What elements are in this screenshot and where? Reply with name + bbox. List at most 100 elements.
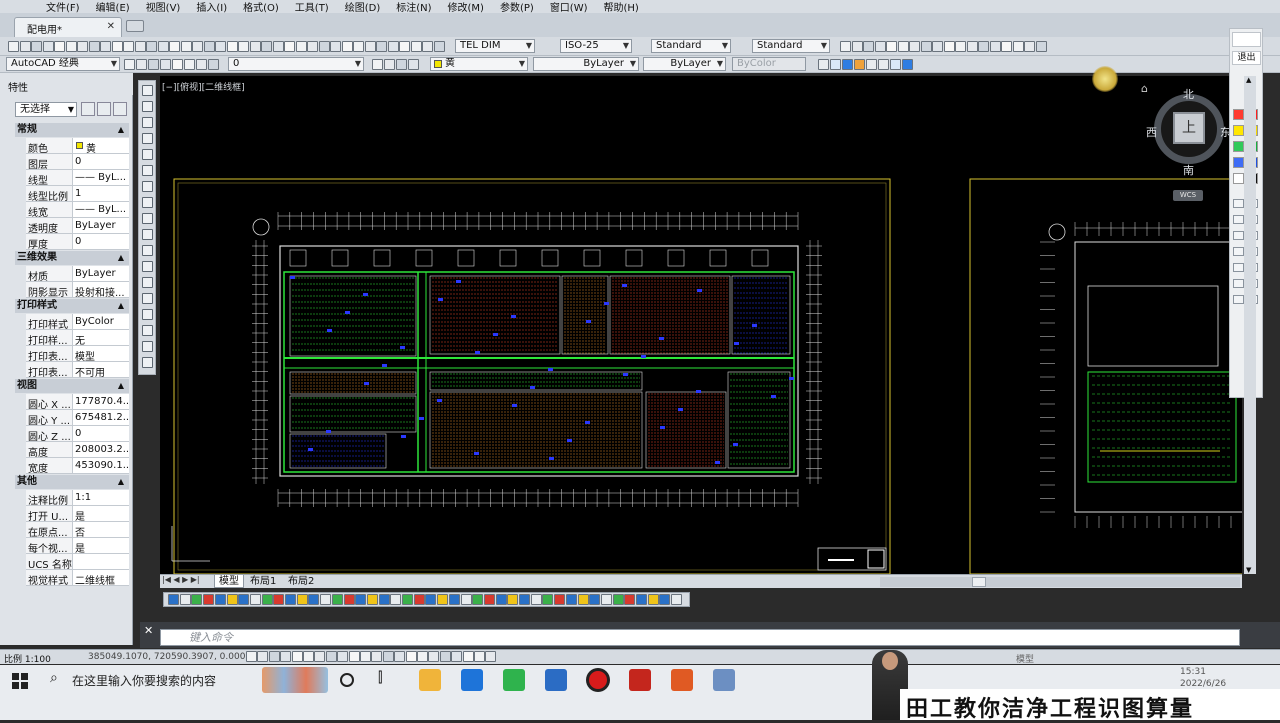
- property-value[interactable]: 208003.2...: [72, 442, 129, 457]
- pen-tool-icon[interactable]: [1233, 279, 1244, 288]
- collapse-icon[interactable]: ▲: [118, 123, 124, 137]
- toolbar-tool-icon[interactable]: [1024, 41, 1035, 52]
- toolbar-tool-icon[interactable]: [387, 41, 399, 52]
- quick-select-icon[interactable]: [113, 102, 127, 116]
- status-toggle-icon[interactable]: [257, 651, 269, 662]
- toolbar-tool-icon[interactable]: [65, 41, 77, 52]
- toolbar-tool-icon[interactable]: [897, 41, 909, 52]
- status-toggle-icon[interactable]: [246, 651, 257, 662]
- pen-tool-icon[interactable]: [1233, 199, 1244, 208]
- scale-readout[interactable]: 比例 1:100: [4, 652, 51, 665]
- toolbar-tool-icon[interactable]: [932, 41, 943, 52]
- dim-tool-icon[interactable]: [343, 594, 355, 605]
- property-value[interactable]: 1: [72, 186, 129, 201]
- toolbar-tool-icon[interactable]: [261, 41, 272, 52]
- status-toggle-icon[interactable]: [439, 651, 451, 662]
- dim-tool-icon[interactable]: [168, 594, 179, 605]
- menu-dimension[interactable]: 标注(N): [388, 0, 439, 14]
- dim-tool-icon[interactable]: [366, 594, 378, 605]
- toolbar-tool-icon[interactable]: [1012, 41, 1024, 52]
- pen-tool-icon[interactable]: [1233, 247, 1244, 256]
- menu-modify[interactable]: 修改(M): [440, 0, 492, 14]
- toggle-pickadd-icon[interactable]: [81, 102, 95, 116]
- status-toggle-icon[interactable]: [291, 651, 303, 662]
- property-value[interactable]: 675481.2...: [72, 410, 129, 425]
- workspace-combo[interactable]: AutoCAD 经典 ▼: [6, 57, 120, 71]
- dim-tool-icon[interactable]: [647, 594, 659, 605]
- toolbar-tool-icon[interactable]: [8, 41, 19, 52]
- property-row[interactable]: 线宽 —— ByL...: [26, 202, 129, 219]
- toolbar-tool-icon[interactable]: [1001, 41, 1012, 52]
- property-value[interactable]: ByLayer: [72, 266, 129, 281]
- dim-tool-icon[interactable]: [413, 594, 425, 605]
- menu-help[interactable]: 帮助(H): [596, 0, 647, 14]
- toolbar-tool-icon[interactable]: [376, 41, 387, 52]
- dim-tool-icon[interactable]: [530, 594, 542, 605]
- property-row[interactable]: 打开 U... 是: [26, 506, 129, 523]
- render-tool-icon[interactable]: [842, 59, 853, 70]
- toolbar-tool-icon[interactable]: [215, 41, 226, 52]
- property-value[interactable]: 投射和接...: [72, 282, 129, 297]
- taskbar-search[interactable]: ⌕ 在这里输入你要搜索的内容: [40, 665, 255, 697]
- compass-south[interactable]: 南: [1183, 162, 1194, 178]
- property-value[interactable]: [72, 554, 129, 569]
- property-value[interactable]: 是: [72, 506, 129, 521]
- viewcube[interactable]: 上 北 南 西 东: [1146, 82, 1231, 178]
- toolbar-tool-icon[interactable]: [180, 41, 192, 52]
- dim-tool-icon[interactable]: [577, 594, 589, 605]
- toolbar-tool-icon[interactable]: [54, 41, 65, 52]
- command-input[interactable]: 键入命令: [160, 629, 1240, 646]
- dim-tool-icon[interactable]: [320, 594, 332, 605]
- property-value[interactable]: —— ByL...: [72, 170, 129, 185]
- dim-tool-icon[interactable]: [390, 594, 402, 605]
- status-toggle-icon[interactable]: [405, 651, 417, 662]
- status-toggle-icon[interactable]: [474, 651, 485, 662]
- cortana-icon[interactable]: [340, 673, 354, 687]
- layer-tool-icon[interactable]: [148, 59, 159, 70]
- toolbar-tool-icon[interactable]: [909, 41, 920, 52]
- property-value[interactable]: 0: [72, 234, 129, 249]
- toolbar-tool-icon[interactable]: [134, 41, 146, 52]
- status-toggle-icon[interactable]: [451, 651, 463, 662]
- layer-tool-icon[interactable]: [408, 59, 419, 70]
- draw-tool-icon[interactable]: [142, 165, 153, 176]
- draw-tool-icon[interactable]: [142, 293, 153, 304]
- property-row[interactable]: 高度 208003.2...: [26, 442, 129, 459]
- toolbar-tool-icon[interactable]: [272, 41, 284, 52]
- clock-date[interactable]: 2022/6/26: [1180, 679, 1226, 689]
- task-view-icon[interactable]: ⫿: [378, 670, 382, 686]
- dim-tool-icon[interactable]: [589, 594, 601, 605]
- dim-tool-icon[interactable]: [659, 594, 671, 605]
- toolbar-tool-icon[interactable]: [19, 41, 31, 52]
- draw-tool-icon[interactable]: [142, 261, 153, 272]
- dim-tool-icon[interactable]: [507, 594, 519, 605]
- collapse-icon[interactable]: ▲: [118, 251, 124, 265]
- autocad-icon[interactable]: [629, 669, 651, 691]
- clock-time[interactable]: 15:31: [1180, 667, 1206, 677]
- table-style-combo[interactable]: Standard ▼: [651, 39, 731, 53]
- toolbar-tool-icon[interactable]: [863, 41, 874, 52]
- property-row[interactable]: UCS 名称: [26, 554, 129, 571]
- toolbar-tool-icon[interactable]: [169, 41, 180, 52]
- toolbar-tool-icon[interactable]: [295, 41, 307, 52]
- draw-tool-icon[interactable]: [142, 149, 153, 160]
- toolbar-tool-icon[interactable]: [238, 41, 249, 52]
- compass-north[interactable]: 北: [1183, 86, 1194, 102]
- selection-combo[interactable]: 无选择 ▼: [15, 102, 77, 117]
- draw-tool-icon[interactable]: [142, 277, 153, 288]
- property-row[interactable]: 颜色 黄: [26, 138, 129, 155]
- toolbar-tool-icon[interactable]: [111, 41, 123, 52]
- office-icon[interactable]: [671, 669, 693, 691]
- draw-tool-icon[interactable]: [142, 325, 153, 336]
- layer-tool-icon[interactable]: [372, 59, 383, 70]
- close-icon[interactable]: ✕: [107, 21, 115, 32]
- vertical-scrollbar[interactable]: ▲ ▼: [1244, 76, 1256, 574]
- menu-view[interactable]: 视图(V): [138, 0, 189, 14]
- property-value[interactable]: 模型: [72, 346, 129, 361]
- pen-color-swatch[interactable]: [1233, 125, 1244, 136]
- status-toggle-icon[interactable]: [360, 651, 371, 662]
- dim-tool-icon[interactable]: [624, 594, 636, 605]
- property-row[interactable]: 圆心 Y ... 675481.2...: [26, 410, 129, 427]
- render-tool-icon[interactable]: [890, 59, 901, 70]
- property-value[interactable]: ByLayer: [72, 218, 129, 233]
